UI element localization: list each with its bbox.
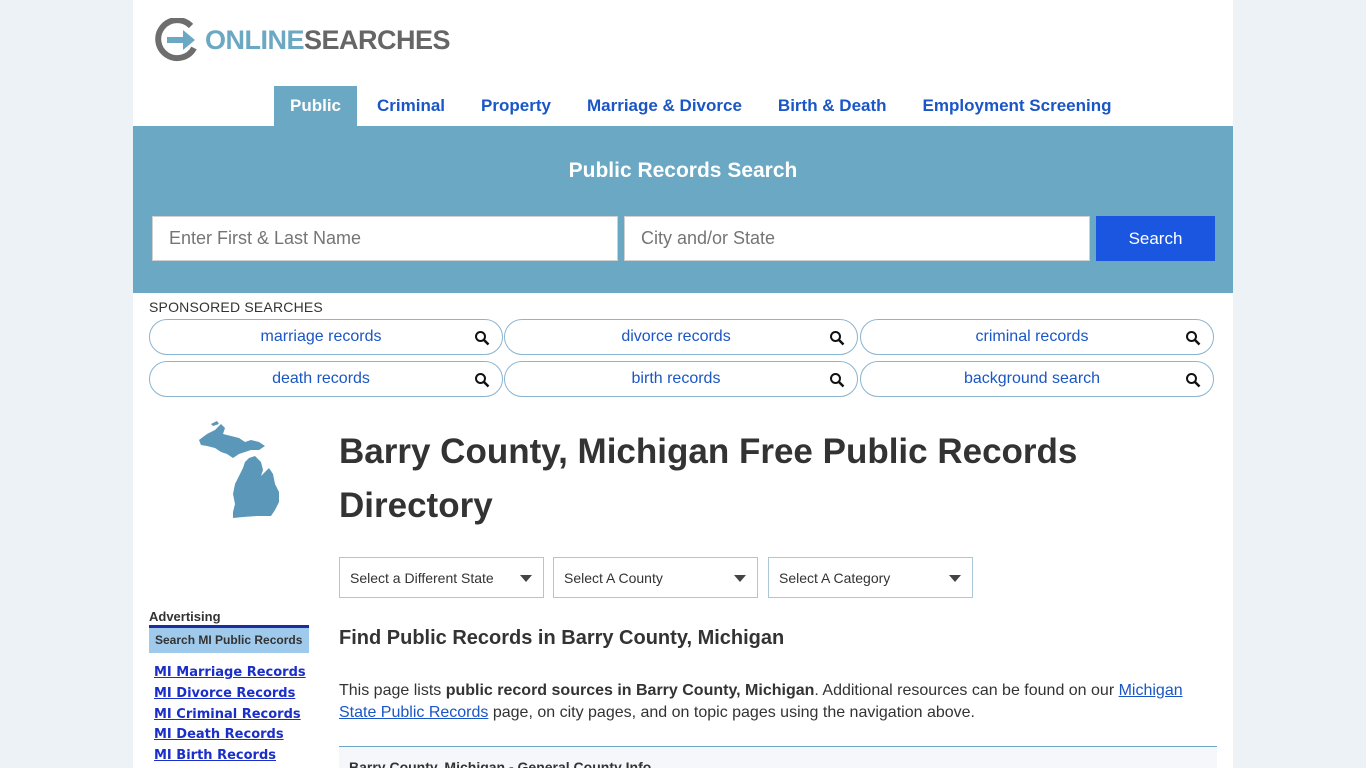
search-banner: Public Records Search Search (133, 126, 1233, 293)
logo-wordmark: ONLINESEARCHES (205, 24, 451, 55)
search-icon (475, 331, 490, 346)
nav-marriage-divorce[interactable]: Marriage & Divorce (571, 86, 758, 126)
site-logo[interactable]: ONLINESEARCHES (153, 18, 451, 62)
sponsored-searches-label: SPONSORED SEARCHES (149, 299, 323, 315)
sidebar-link-death[interactable]: MI Death Records (154, 726, 306, 747)
advertising-label: Advertising (149, 609, 221, 624)
michigan-map-icon (199, 421, 279, 518)
sponsored-birth-records[interactable]: birth records (504, 361, 858, 397)
search-icon (830, 373, 845, 388)
intro-paragraph: This page lists public record sources in… (339, 680, 1199, 724)
sidebar-link-birth[interactable]: MI Birth Records (154, 747, 306, 768)
nav-employment-screening[interactable]: Employment Screening (907, 86, 1128, 126)
sponsored-label: divorce records (621, 328, 731, 345)
search-title: Public Records Search (568, 159, 798, 182)
county-select-value: Select A County (564, 570, 663, 586)
intro-suffix: page, on city pages, and on topic pages … (488, 704, 975, 721)
section-heading: Find Public Records in Barry County, Mic… (339, 627, 785, 649)
arrow-g-icon (155, 18, 197, 62)
intro-mid: . Additional resources can be found on o… (814, 682, 1119, 699)
category-select[interactable]: Select A Category (768, 557, 973, 598)
sidebar-link-divorce[interactable]: MI Divorce Records (154, 685, 306, 706)
name-input[interactable] (152, 216, 618, 261)
page-title: Barry County, Michigan Free Public Recor… (339, 432, 1078, 525)
search-button[interactable]: Search (1096, 216, 1215, 261)
sidebar-links: MI Marriage Records MI Divorce Records M… (154, 664, 306, 768)
chevron-down-icon (520, 575, 532, 582)
state-select-value: Select a Different State (350, 570, 494, 586)
intro-prefix: This page lists (339, 682, 446, 699)
chevron-down-icon (734, 575, 746, 582)
sponsored-label: background search (963, 370, 1101, 387)
sponsored-label: birth records (631, 370, 721, 387)
nav-criminal[interactable]: Criminal (361, 86, 461, 126)
sponsored-marriage-records[interactable]: marriage records (149, 319, 503, 355)
sponsored-label: criminal records (975, 328, 1089, 345)
county-info-header: Barry County, Michigan - General County … (339, 746, 1217, 768)
intro-bold: public record sources in Barry County, M… (445, 682, 815, 699)
sidebar-link-criminal[interactable]: MI Criminal Records (154, 706, 306, 727)
sponsored-divorce-records[interactable]: divorce records (504, 319, 858, 355)
nav-public[interactable]: Public (274, 86, 358, 126)
city-state-input[interactable] (624, 216, 1090, 261)
main-nav: Public Criminal Property Marriage & Divo… (274, 86, 1131, 126)
chevron-down-icon (949, 575, 961, 582)
search-icon (1186, 373, 1201, 388)
sidebar-box-title: Search MI Public Records (149, 625, 309, 653)
sponsored-background-search[interactable]: background search (860, 361, 1214, 397)
page-container: ONLINESEARCHES Public Criminal Property … (133, 0, 1233, 768)
search-icon (830, 331, 845, 346)
search-icon (1186, 331, 1201, 346)
sponsored-label: marriage records (260, 328, 382, 345)
sponsored-criminal-records[interactable]: criminal records (860, 319, 1214, 355)
search-icon (475, 373, 490, 388)
logo-text-searches: SEARCHES (304, 24, 451, 55)
category-select-value: Select A Category (779, 570, 891, 586)
nav-property[interactable]: Property (465, 86, 567, 126)
county-select[interactable]: Select A County (553, 557, 758, 598)
nav-birth-death[interactable]: Birth & Death (762, 86, 903, 126)
sponsored-label: death records (272, 370, 370, 387)
logo-text-online: ONLINE (205, 24, 305, 55)
sidebar-link-marriage[interactable]: MI Marriage Records (154, 664, 306, 685)
state-select[interactable]: Select a Different State (339, 557, 544, 598)
sponsored-death-records[interactable]: death records (149, 361, 503, 397)
